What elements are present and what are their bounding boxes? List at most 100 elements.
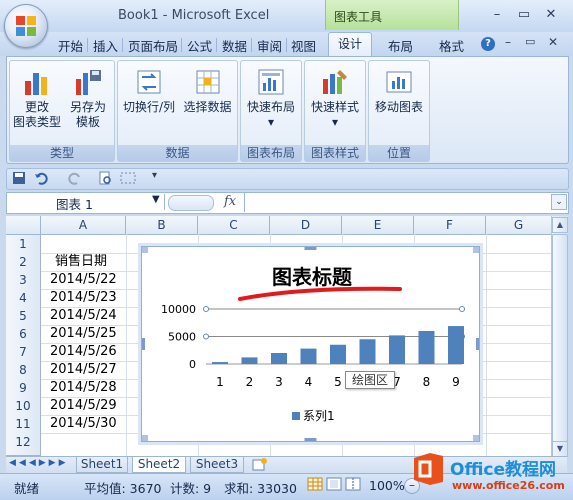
column-header-E[interactable]: E — [342, 216, 414, 235]
cell-A11[interactable]: 2014/5/30 — [50, 415, 117, 433]
restore-workbook-button[interactable]: ▭ — [525, 35, 535, 48]
column-header-B[interactable]: B — [126, 216, 198, 235]
cell-A8[interactable]: 2014/5/27 — [50, 361, 117, 379]
tab-page-layout[interactable]: 页面布局 — [128, 36, 178, 55]
chart-corner-handle[interactable] — [142, 435, 148, 441]
close-button[interactable]: ✕ — [540, 6, 562, 24]
select-data-button[interactable]: 选择数据 — [180, 67, 235, 115]
chart-corner-handle[interactable] — [473, 435, 479, 441]
change-chart-type-button[interactable]: 更改 图表类型 — [12, 67, 62, 130]
selection-handle[interactable] — [203, 306, 209, 312]
sheet-nav-arrows-icon[interactable]: ◀◀◀▶▶▶ — [9, 458, 69, 468]
chart-resize-handle[interactable] — [304, 247, 317, 250]
column-header-G[interactable]: G — [486, 216, 552, 235]
bar[interactable] — [448, 326, 464, 364]
bar[interactable] — [271, 353, 287, 364]
column-header-D[interactable]: D — [270, 216, 342, 235]
chart-corner-handle[interactable] — [142, 247, 148, 253]
sheet-tab-3[interactable]: Sheet3 — [190, 457, 244, 473]
tab-formulas[interactable]: 公式 — [187, 36, 212, 55]
bar[interactable] — [212, 362, 228, 364]
column-header-F[interactable]: F — [414, 216, 486, 235]
chart-resize-handle[interactable] — [476, 338, 479, 350]
cell-A2[interactable]: 销售日期 — [55, 253, 107, 271]
row-header-11[interactable]: 11 — [6, 415, 41, 434]
cell-A9[interactable]: 2014/5/28 — [50, 379, 117, 397]
row-header-4[interactable]: 4 — [6, 289, 41, 308]
formula-input[interactable] — [250, 194, 540, 210]
row-header-10[interactable]: 10 — [6, 397, 41, 416]
minimize-button[interactable]: – — [486, 6, 508, 24]
zoom-level[interactable]: 100% — [369, 478, 405, 493]
row-header-5[interactable]: 5 — [6, 307, 41, 326]
formula-bar-splitter[interactable] — [168, 195, 214, 211]
save-icon[interactable] — [12, 171, 26, 185]
cell-A3[interactable]: 2014/5/22 — [50, 271, 117, 289]
tab-layout[interactable]: 布局 — [388, 36, 413, 55]
bar[interactable] — [241, 357, 258, 364]
bar[interactable] — [418, 331, 435, 364]
bar[interactable] — [330, 344, 346, 364]
row-header-1[interactable]: 1 — [6, 235, 41, 254]
cell-A4[interactable]: 2014/5/23 — [50, 289, 117, 307]
cell-A5[interactable]: 2014/5/24 — [50, 307, 117, 325]
tab-format[interactable]: 格式 — [439, 36, 464, 55]
sheet-tab-1[interactable]: Sheet1 — [76, 457, 128, 473]
normal-view-icon[interactable] — [307, 477, 323, 491]
cell-A7[interactable]: 2014/5/26 — [50, 343, 117, 361]
expand-formula-bar-button[interactable]: ⌄ — [551, 194, 567, 210]
bar[interactable] — [389, 335, 405, 364]
column-header-C[interactable]: C — [198, 216, 270, 235]
minimize-workbook-button[interactable]: – — [505, 35, 511, 49]
column-header-A[interactable]: A — [41, 216, 126, 235]
chart-canvas[interactable]: 图表标题 0500010000123456789 系列1 — [142, 247, 479, 441]
legend-label[interactable]: 系列1 — [303, 409, 335, 423]
row-header-12[interactable]: 12 — [6, 433, 41, 456]
scroll-thumb[interactable] — [552, 234, 568, 442]
bar[interactable] — [359, 339, 376, 364]
office-button[interactable] — [4, 4, 48, 48]
quick-styles-button[interactable]: 快速样式 ▾ — [307, 67, 363, 130]
insert-sheet-icon[interactable] — [252, 458, 268, 471]
save-as-template-button[interactable]: 另存为 模板 — [64, 67, 112, 130]
name-box[interactable]: 图表 1 ▼ — [8, 194, 165, 212]
undo-icon[interactable] — [34, 171, 48, 185]
tab-view[interactable]: 视图 — [291, 36, 316, 55]
page-layout-view-icon[interactable] — [326, 477, 342, 491]
move-chart-button[interactable]: 移动图表 — [371, 67, 427, 115]
selection-handle[interactable] — [203, 333, 209, 340]
redo-icon[interactable] — [68, 171, 82, 185]
bar[interactable] — [300, 348, 317, 364]
cell-A10[interactable]: 2014/5/29 — [50, 397, 117, 415]
sheet-tab-2[interactable]: Sheet2 — [132, 457, 186, 473]
embedded-chart[interactable]: 图表标题 0500010000123456789 系列1 — [141, 246, 480, 442]
close-workbook-button[interactable]: ✕ — [548, 35, 558, 49]
row-header-7[interactable]: 7 — [6, 343, 41, 362]
row-header-3[interactable]: 3 — [6, 271, 41, 290]
tab-home[interactable]: 开始 — [58, 36, 83, 55]
switch-row-column-button[interactable]: 切换行/列 — [120, 67, 178, 115]
row-header-6[interactable]: 6 — [6, 325, 41, 344]
tab-data[interactable]: 数据 — [222, 36, 247, 55]
selection-handle[interactable] — [459, 306, 465, 312]
quick-layout-button[interactable]: 快速布局 ▾ — [243, 67, 299, 130]
row-header-9[interactable]: 9 — [6, 379, 41, 398]
tab-insert[interactable]: 插入 — [93, 36, 118, 55]
tab-design[interactable]: 设计 — [328, 32, 372, 57]
chart-title[interactable]: 图表标题 — [272, 265, 353, 289]
help-icon[interactable]: ? — [481, 37, 495, 51]
cell-A6[interactable]: 2014/5/25 — [50, 325, 117, 343]
chart-resize-handle[interactable] — [142, 338, 145, 350]
chart-resize-handle[interactable] — [304, 438, 317, 441]
row-header-8[interactable]: 8 — [6, 361, 41, 380]
select-all-corner[interactable] — [6, 216, 41, 235]
insert-function-icon[interactable]: fx — [224, 194, 236, 209]
customize-qat-icon[interactable]: ▾ — [152, 170, 157, 181]
scroll-up-arrow-icon[interactable]: ▲ — [552, 217, 568, 233]
chart-corner-handle[interactable] — [473, 247, 479, 253]
name-box-dropdown-icon[interactable]: ▼ — [152, 194, 160, 205]
row-header-2[interactable]: 2 — [6, 253, 41, 272]
maximize-button[interactable]: ▭ — [513, 6, 535, 24]
selection-pane-icon[interactable] — [120, 171, 136, 185]
tab-review[interactable]: 审阅 — [257, 36, 282, 55]
